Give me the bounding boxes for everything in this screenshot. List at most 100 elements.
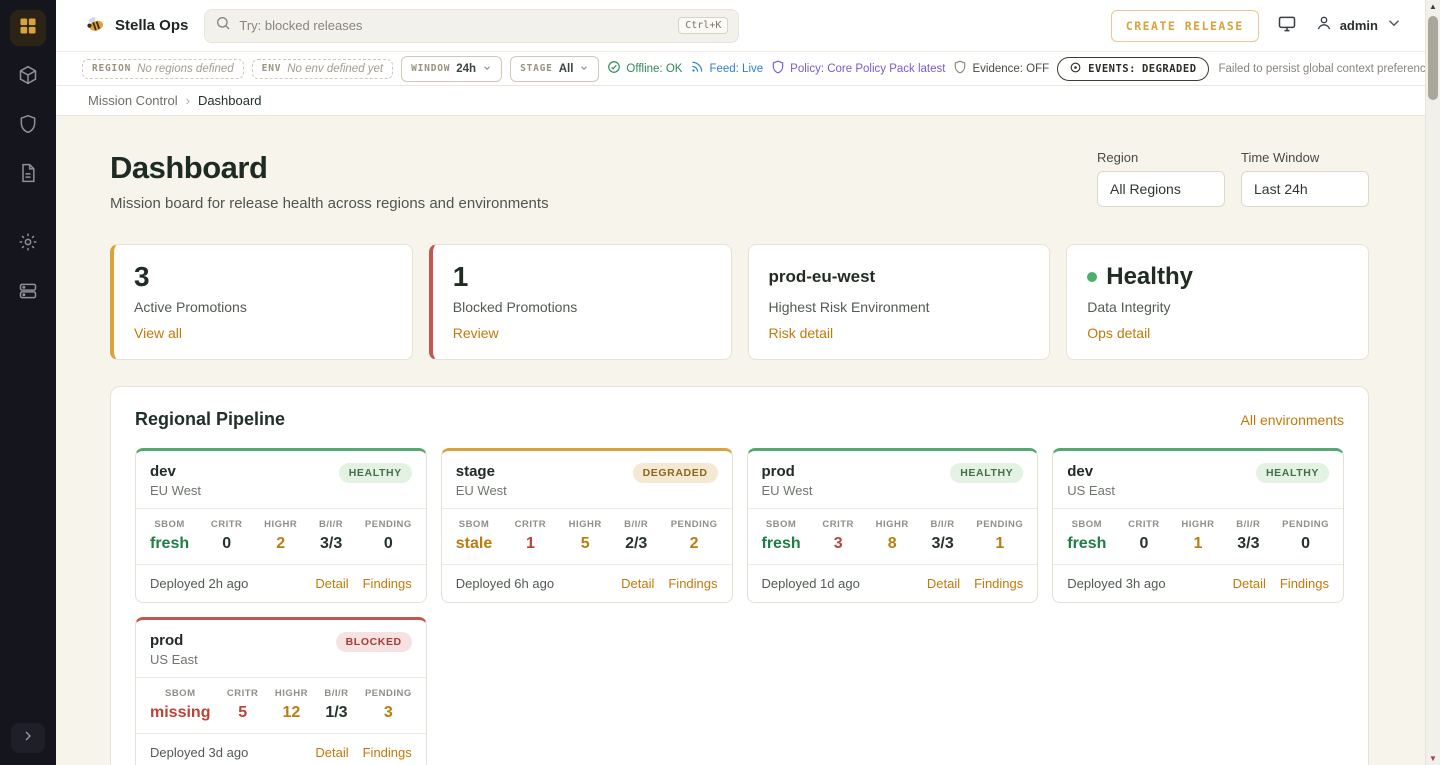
events-value: DEGRADED <box>1142 63 1197 75</box>
findings-link[interactable]: Findings <box>1280 576 1329 591</box>
ops-detail-link[interactable]: Ops detail <box>1087 325 1150 341</box>
env-region: EU West <box>150 483 201 498</box>
region-select[interactable]: All Regions <box>1097 171 1225 207</box>
window-dropdown[interactable]: WINDOW 24h <box>401 56 502 82</box>
env-card: prod US East BLOCKED SBOMmissing CRITR5 … <box>135 617 427 765</box>
display-mode-button[interactable] <box>1277 14 1297 37</box>
deployed-time: Deployed 2h ago <box>150 576 248 591</box>
findings-link[interactable]: Findings <box>974 576 1023 591</box>
region-context-pill[interactable]: REGION No regions defined <box>82 59 244 79</box>
metric-value-sbom: missing <box>150 704 210 722</box>
check-circle-icon <box>607 60 621 77</box>
metric-value-critr: 5 <box>227 704 259 722</box>
brand[interactable]: Stella Ops <box>84 13 188 39</box>
env-region: US East <box>1067 483 1115 498</box>
scroll-down-arrow-icon[interactable]: ▼ <box>1426 754 1440 763</box>
healthy-dot-icon <box>1087 272 1097 282</box>
env-title-block: dev EU West <box>150 463 201 498</box>
findings-link[interactable]: Findings <box>363 576 412 591</box>
deployed-time: Deployed 3d ago <box>150 745 248 760</box>
stat-value: Healthy <box>1087 260 1348 294</box>
sidebar-expand-button[interactable] <box>11 723 45 753</box>
offline-status-text: Offline: OK <box>626 63 682 75</box>
metric-label-sbom: SBOM <box>762 519 801 530</box>
detail-link[interactable]: Detail <box>315 576 348 591</box>
search-input[interactable] <box>239 18 670 33</box>
metric-value-pending: 0 <box>365 535 412 553</box>
metric-value-critr: 0 <box>1128 535 1160 553</box>
all-environments-link[interactable]: All environments <box>1241 412 1345 428</box>
metric-value-bir: 2/3 <box>624 535 648 553</box>
metric-value-highr: 8 <box>876 535 909 553</box>
page-subtitle: Mission board for release health across … <box>110 195 549 212</box>
search-bar: Ctrl+K <box>204 9 739 43</box>
review-link[interactable]: Review <box>453 325 499 341</box>
env-card: stage EU West DEGRADED SBOMstale CRITR1 … <box>441 448 733 603</box>
user-icon <box>1315 14 1333 37</box>
metric-value-sbom: fresh <box>1067 535 1106 553</box>
sidebar <box>0 0 56 765</box>
status-badge: DEGRADED <box>633 463 718 483</box>
metric-label-pending: PENDING <box>1282 519 1329 530</box>
metric-label-highr: HIGHR <box>569 519 602 530</box>
stage-dropdown[interactable]: STAGE All <box>510 56 599 82</box>
metric-label-pending: PENDING <box>976 519 1023 530</box>
sidebar-item-documents[interactable] <box>10 157 46 193</box>
user-menu[interactable]: admin <box>1315 14 1403 37</box>
metric-label-bir: B/I/R <box>319 519 343 530</box>
page-title: Dashboard <box>110 150 549 186</box>
sidebar-item-security[interactable] <box>10 108 46 144</box>
deployed-time: Deployed 3h ago <box>1067 576 1165 591</box>
stat-label: Active Promotions <box>134 299 392 315</box>
window-value: 24h <box>456 63 476 75</box>
create-release-button[interactable]: CREATE RELEASE <box>1111 10 1259 42</box>
stage-value: All <box>559 63 574 75</box>
chevron-down-icon <box>579 60 589 78</box>
status-badge: BLOCKED <box>336 632 412 652</box>
time-window-select[interactable]: Last 24h <box>1241 171 1369 207</box>
detail-link[interactable]: Detail <box>1233 576 1266 591</box>
regional-pipeline-section: Regional Pipeline All environments dev E… <box>110 386 1369 765</box>
view-all-link[interactable]: View all <box>134 325 182 341</box>
deployed-time: Deployed 6h ago <box>456 576 554 591</box>
metric-label-highr: HIGHR <box>1181 519 1214 530</box>
sidebar-item-settings[interactable] <box>10 226 46 262</box>
env-name: dev <box>1067 463 1115 480</box>
findings-link[interactable]: Findings <box>668 576 717 591</box>
events-status-pill[interactable]: EVENTS: DEGRADED <box>1057 57 1208 81</box>
detail-link[interactable]: Detail <box>315 745 348 760</box>
sidebar-item-infrastructure[interactable] <box>10 275 46 311</box>
metric-label-highr: HIGHR <box>275 688 308 699</box>
section-title: Regional Pipeline <box>135 409 285 430</box>
env-context-pill[interactable]: ENV No env defined yet <box>252 59 393 79</box>
stat-card-data-integrity: Healthy Data Integrity Ops detail <box>1066 244 1369 360</box>
scrollbar-thumb[interactable] <box>1428 16 1438 100</box>
metric-label-critr: CRITR <box>822 519 854 530</box>
region-context-label: REGION <box>92 63 131 74</box>
page-heading-block: Dashboard Mission board for release heal… <box>110 150 549 212</box>
page-filters: Region All Regions Time Window Last 24h <box>1097 150 1369 207</box>
detail-link[interactable]: Detail <box>927 576 960 591</box>
metric-value-bir: 1/3 <box>324 704 348 722</box>
metric-label-pending: PENDING <box>365 519 412 530</box>
sidebar-item-dashboard[interactable] <box>10 10 46 46</box>
metric-label-critr: CRITR <box>1128 519 1160 530</box>
metric-label-pending: PENDING <box>671 519 718 530</box>
detail-link[interactable]: Detail <box>621 576 654 591</box>
findings-link[interactable]: Findings <box>363 745 412 760</box>
stage-label: STAGE <box>520 63 553 74</box>
stat-value: 1 <box>453 260 711 294</box>
policy-shield-icon <box>771 60 785 77</box>
sidebar-item-releases[interactable] <box>10 59 46 95</box>
breadcrumb-parent[interactable]: Mission Control <box>88 93 178 108</box>
metric-value-sbom: fresh <box>762 535 801 553</box>
page-scrollbar[interactable]: ▲ ▼ <box>1425 0 1440 765</box>
scroll-up-arrow-icon[interactable]: ▲ <box>1426 2 1440 11</box>
metric-value-bir: 3/3 <box>1236 535 1260 553</box>
metric-value-pending: 3 <box>365 704 412 722</box>
metric-label-bir: B/I/R <box>624 519 648 530</box>
region-filter: Region All Regions <box>1097 150 1225 207</box>
env-region: EU West <box>762 483 813 498</box>
context-warning-text: Failed to persist global context prefere… <box>1219 63 1440 75</box>
risk-detail-link[interactable]: Risk detail <box>769 325 834 341</box>
